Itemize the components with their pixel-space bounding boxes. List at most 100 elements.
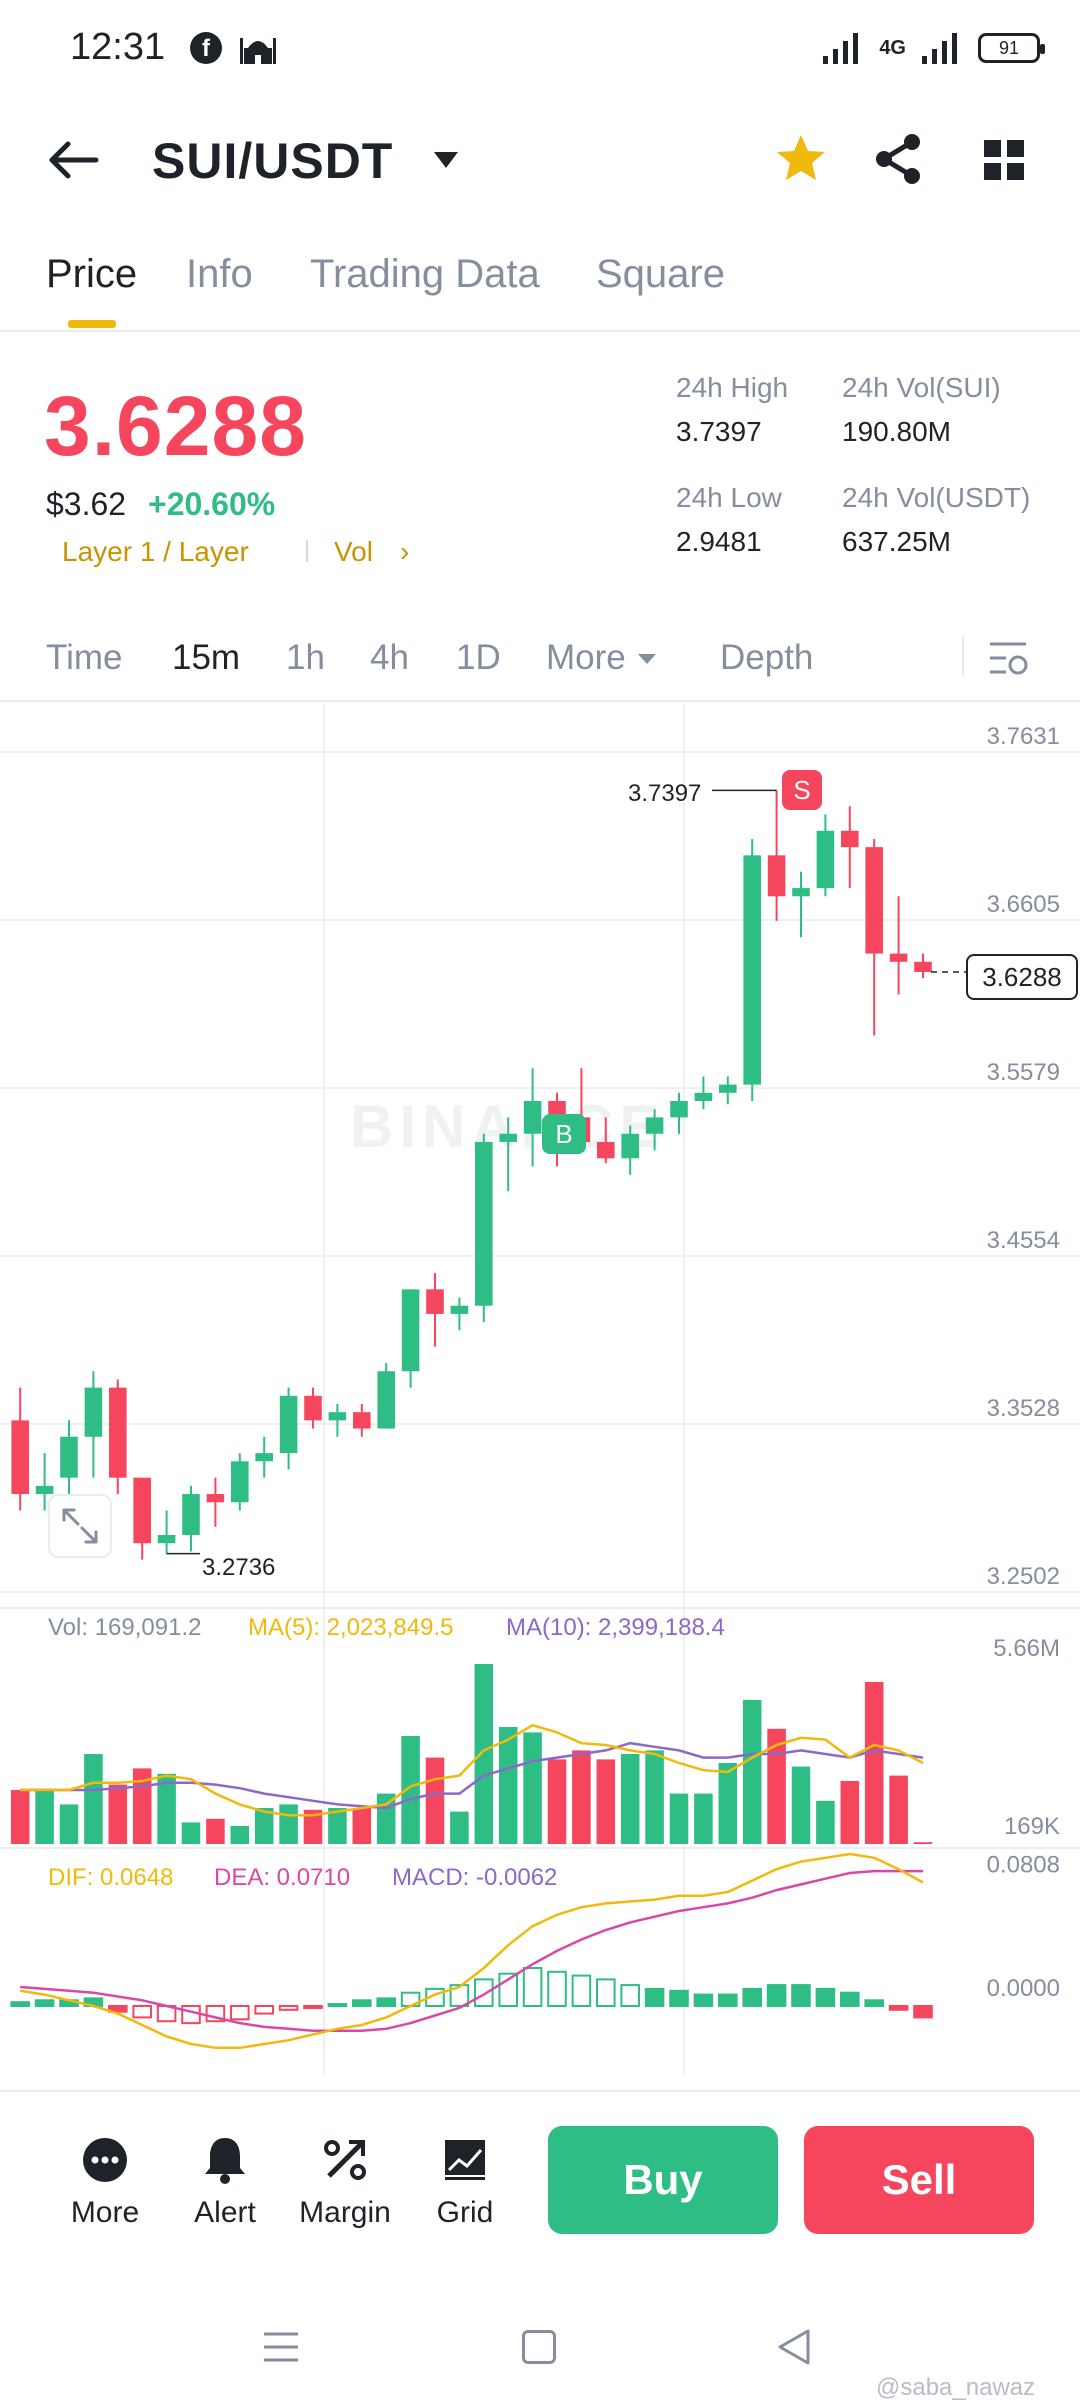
ma10-legend: MA(10): 2,399,188.4 [506, 1614, 725, 1641]
expand-chart-button[interactable] [48, 1494, 112, 1558]
macd-histogram-bar [644, 1987, 665, 2008]
stat-high-value: 3.7397 [676, 416, 762, 447]
volume-bar [523, 1732, 542, 1844]
sell-marker[interactable]: S [782, 770, 822, 810]
candle-body [84, 1387, 103, 1437]
macd-histogram-bar [864, 1999, 884, 2008]
favorite-star-icon[interactable] [774, 132, 828, 186]
pair-title[interactable]: SUI/USDT [152, 132, 393, 190]
vol-legend: Vol: 169,091.2 [48, 1614, 202, 1641]
candle-body [743, 855, 761, 1085]
candle-body [133, 1477, 151, 1544]
price-chart[interactable]: BINANCE 3.7631 3.6605 3.5579 3.4554 3.3528 3.… [0, 704, 1080, 2084]
macd-histogram-bar [327, 2003, 348, 2008]
tag-divider [306, 540, 308, 562]
interval-depth[interactable]: Depth [720, 638, 813, 678]
candle-body [60, 1436, 78, 1478]
volume-bar [425, 1757, 445, 1844]
volume-bar [913, 1842, 933, 1844]
grid-bot-icon [445, 2140, 485, 2180]
ma10-line [20, 1741, 924, 1810]
volume-bar [669, 1793, 689, 1844]
sell-button[interactable]: Sell [804, 2126, 1034, 2234]
vol-link[interactable]: Vol [334, 536, 373, 568]
macd-histogram-bar [888, 2005, 909, 2011]
volume-bar [181, 1822, 201, 1844]
volume-bar [840, 1781, 860, 1844]
margin-label: Margin [299, 2196, 391, 2229]
recent-apps-icon[interactable] [262, 2330, 300, 2364]
volume-bar [572, 1750, 591, 1844]
interval-15m[interactable]: 15m [172, 638, 240, 678]
header: SUI/USDT [0, 110, 1080, 210]
caret-down-icon[interactable] [432, 150, 460, 170]
candle-body [450, 1305, 469, 1314]
macd-histogram-bar [913, 2005, 933, 2019]
grid-layout-icon[interactable] [982, 138, 1026, 182]
chevron-right-icon[interactable]: › [400, 536, 409, 568]
last-price: 3.6288 [44, 379, 307, 473]
margin-percent-icon [324, 2140, 366, 2180]
share-icon[interactable] [872, 132, 924, 186]
alert-action[interactable]: Alert [170, 2134, 280, 2230]
volume-bar [889, 1775, 908, 1844]
interval-1d[interactable]: 1D [456, 638, 501, 678]
interval-4h[interactable]: 4h [370, 638, 409, 678]
grid-label: Grid [436, 2196, 494, 2229]
price-axis-label: 3.5579 [987, 1059, 1060, 1086]
grid-action[interactable]: Grid [410, 2134, 520, 2230]
system-nav-bar: @saba_nawaz [0, 2280, 1080, 2400]
candle-body [304, 1395, 322, 1421]
candle-body [255, 1453, 273, 1462]
margin-action[interactable]: Margin [290, 2134, 400, 2230]
stat-high-label: 24h High [676, 372, 789, 403]
dea-line [20, 1869, 923, 2032]
battery-icon: 91 [978, 33, 1045, 63]
caret-down-icon[interactable] [636, 652, 658, 666]
buy-button[interactable]: Buy [548, 2126, 778, 2234]
macd-histogram-bar [352, 1999, 372, 2008]
candle-body [426, 1289, 444, 1314]
candle-body [694, 1092, 713, 1102]
low-annotation: 3.2736 [202, 1554, 276, 1581]
macd-histogram-bar [596, 1978, 616, 2008]
buy-marker[interactable]: B [542, 1114, 586, 1154]
interval-time[interactable]: Time [46, 638, 122, 678]
stat-vol-sui-value: 190.80M [842, 416, 951, 447]
macd-histogram-bar [522, 1967, 543, 2007]
macd-histogram-bar [10, 2001, 30, 2007]
macd-value-legend: MACD: -0.0062 [392, 1864, 558, 1891]
more-action[interactable]: More [50, 2134, 160, 2230]
tab-square[interactable]: Square [596, 252, 725, 297]
tab-price[interactable]: Price [46, 252, 137, 297]
stat-low-label: 24h Low [676, 482, 782, 513]
candle-body [670, 1101, 688, 1118]
status-time: 12:31 [70, 26, 166, 68]
tab-trading-data[interactable]: Trading Data [310, 252, 540, 297]
chart-settings-icon[interactable] [986, 638, 1030, 678]
candle-body [328, 1412, 347, 1421]
macd-histogram-bar [693, 1993, 714, 2007]
candle-body [353, 1412, 371, 1429]
candle-body [35, 1485, 54, 1495]
dif-legend: DIF: 0.0648 [48, 1864, 174, 1891]
dea-legend: DEA: 0.0710 [214, 1864, 351, 1891]
macd-histogram-bar [718, 1993, 738, 2007]
price-usd: $3.62 [46, 486, 127, 522]
macd-histogram-bar [376, 1997, 396, 2008]
volume-axis-label: 169K [1004, 1813, 1060, 1840]
candle-body [231, 1461, 249, 1503]
nav-back-icon[interactable] [776, 2328, 812, 2366]
interval-1h[interactable]: 1h [286, 638, 325, 678]
back-arrow-icon[interactable] [46, 138, 100, 182]
macd-histogram-bar [474, 1978, 494, 2008]
volume-bar [498, 1727, 518, 1844]
volume-bar [206, 1818, 225, 1844]
category-tag[interactable]: Layer 1 / Layer [62, 536, 249, 568]
volume-bar [35, 1790, 54, 1844]
home-icon[interactable] [522, 2330, 556, 2364]
tab-info[interactable]: Info [186, 252, 253, 297]
candle-body [597, 1141, 615, 1159]
interval-more[interactable]: More [546, 638, 626, 678]
ma5-legend: MA(5): 2,023,849.5 [248, 1614, 454, 1641]
